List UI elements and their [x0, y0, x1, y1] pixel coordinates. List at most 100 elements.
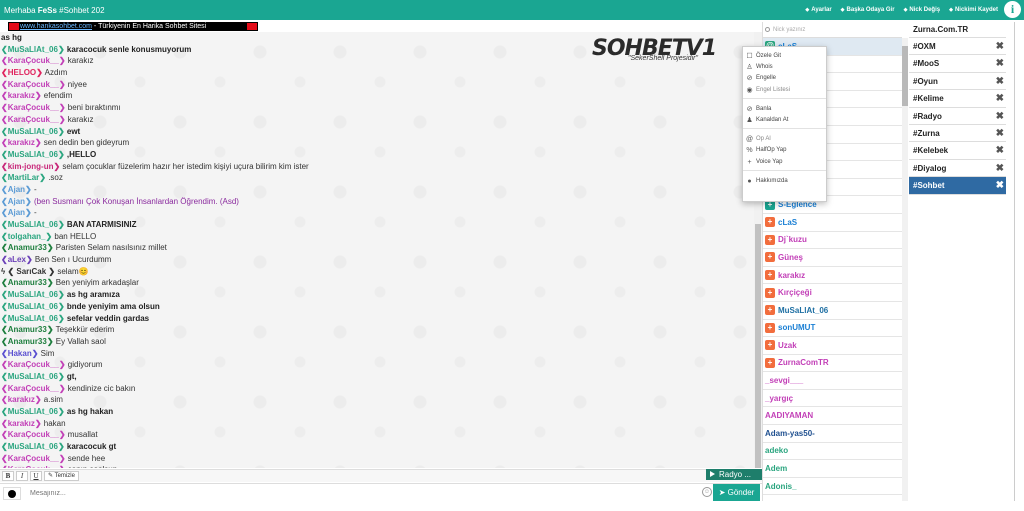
close-icon[interactable]: ✖ — [996, 142, 1004, 159]
user-list-item[interactable]: + Kırçiçeği — [763, 284, 902, 302]
message-nick[interactable]: ❮Ajan❯ — [1, 197, 32, 206]
user-list-item[interactable]: + Dj`kuzu — [763, 232, 902, 250]
top-action-3[interactable]: ◆ Nickimi Kaydet — [949, 7, 998, 13]
message-nick[interactable]: ❮KaraÇocuk__❯ — [1, 115, 66, 124]
menu-item-percent[interactable]: % HalfOp Yap — [743, 145, 826, 156]
message-nick[interactable]: ❮karakız❯ — [1, 138, 42, 147]
message-nick[interactable]: ❮Hakan❯ — [1, 349, 38, 358]
room-tab-oyun[interactable]: #Oyun ✖ — [909, 73, 1006, 91]
message-nick[interactable]: ❮MuSaLlAt_06❯ — [1, 290, 65, 299]
message-nick[interactable]: ❮Anamur33❯ — [1, 278, 54, 287]
user-search-input[interactable]: Nick yazınız — [763, 22, 902, 38]
top-action-0[interactable]: ◆ Ayarlar — [805, 7, 831, 13]
color-picker-button[interactable] — [3, 487, 21, 500]
menu-item-at[interactable]: @ Op Al — [743, 134, 826, 145]
close-icon[interactable]: ✖ — [996, 55, 1004, 72]
message-nick[interactable]: ❮KaraÇocuk__❯ — [1, 80, 66, 89]
close-icon[interactable]: ✖ — [996, 73, 1004, 90]
message-nick[interactable]: ❮Anamur33❯ — [1, 325, 54, 334]
message-nick[interactable]: ❮KaraÇocuk__❯ — [1, 360, 66, 369]
close-icon[interactable]: ✖ — [996, 125, 1004, 142]
message-nick[interactable]: ϟ ❮ SarıCak ❯ — [1, 267, 55, 276]
menu-item-eye-slash[interactable]: ⊘ Engelle — [743, 73, 826, 84]
message-nick[interactable]: ❮KaraÇocuk__❯ — [1, 56, 66, 65]
user-scroll-thumb[interactable] — [902, 46, 908, 106]
room-tab-sohbet[interactable]: #Sohbet ✖ — [909, 177, 1006, 195]
room-tab-moos[interactable]: #MooS ✖ — [909, 55, 1006, 73]
user-list-item[interactable]: + ZurnaComTR — [763, 355, 902, 373]
message-nick[interactable]: ❮MuSaLlAt_06❯ — [1, 442, 65, 451]
radio-button[interactable]: Radyo ... — [706, 469, 762, 480]
message-nick[interactable]: ❮karakız❯ — [1, 91, 42, 100]
message-nick[interactable]: ❮karakız❯ — [1, 395, 42, 404]
close-icon[interactable]: ✖ — [996, 160, 1004, 177]
clear-format-button[interactable]: ✎ Temizle — [44, 471, 79, 481]
message-nick[interactable]: ❮MuSaLlAt_06❯ — [1, 314, 65, 323]
close-icon[interactable]: ✖ — [996, 38, 1004, 55]
message-nick[interactable]: ❮Ajan❯ — [1, 185, 32, 194]
message-nick[interactable]: ❮MuSaLlAt_06❯ — [1, 127, 65, 136]
menu-item-info[interactable]: ● Hakkımızda — [743, 176, 826, 187]
smiley-icon[interactable]: ☺ — [702, 487, 712, 497]
send-button[interactable]: ➤ Gönder — [713, 484, 760, 501]
user-list-item[interactable]: _sevgi___ — [763, 372, 902, 390]
message-nick[interactable]: ❮MartiLar❯ — [1, 173, 46, 182]
message-nick[interactable]: ❮MuSaLlAt_06❯ — [1, 407, 65, 416]
menu-item-kick[interactable]: ♟ Kanaldan At — [743, 115, 826, 126]
message-nick[interactable]: ❮karakız❯ — [1, 419, 42, 428]
room-tab-diyalog[interactable]: #Diyalog ✖ — [909, 160, 1006, 178]
message-nick[interactable]: ❮MuSaLlAt_06❯ — [1, 302, 65, 311]
message-nick[interactable]: ❮KaraÇocuk__❯ — [1, 430, 66, 439]
info-icon[interactable]: i — [1004, 1, 1021, 18]
message-input[interactable] — [24, 486, 704, 500]
close-icon[interactable]: ✖ — [996, 108, 1004, 125]
user-list-item[interactable]: + Uzak — [763, 337, 902, 355]
user-list-item[interactable]: + Güneş — [763, 249, 902, 267]
room-tab-kelebek[interactable]: #Kelebek ✖ — [909, 142, 1006, 160]
room-tab-oxm[interactable]: #OXM ✖ — [909, 38, 1006, 56]
user-list-item[interactable]: + MuSaLlAt_06 — [763, 302, 902, 320]
user-list-item[interactable]: Adonis_ — [763, 478, 902, 496]
bold-button[interactable]: B — [2, 471, 14, 481]
italic-button[interactable]: I — [16, 471, 28, 481]
message-nick[interactable]: ❮kim-jong-un❯ — [1, 162, 60, 171]
message-nick[interactable]: ❮Anamur33❯ — [1, 243, 54, 252]
message-nick[interactable]: ❮KaraÇocuk__❯ — [1, 454, 66, 463]
close-icon[interactable]: ✖ — [996, 90, 1004, 107]
user-list-item[interactable]: adeko — [763, 443, 902, 461]
close-icon[interactable]: ✖ — [996, 177, 1004, 194]
room-tab-kelime[interactable]: #Kelime ✖ — [909, 90, 1006, 108]
top-action-2[interactable]: ◆ Nick Değiş — [904, 7, 941, 13]
message-nick[interactable]: ❮KaraÇocuk__❯ — [1, 465, 66, 468]
user-list-item[interactable]: AADIYAMAN — [763, 407, 902, 426]
menu-item-plus[interactable]: + Voice Yap — [743, 157, 826, 168]
message-nick[interactable]: ❮aLex❯ — [1, 255, 33, 264]
top-action-1[interactable]: ◆ Başka Odaya Gir — [841, 7, 895, 13]
ticker-link[interactable]: www.hankasohbet.com — [20, 23, 92, 30]
menu-item-ban[interactable]: ⊘ Banla — [743, 104, 826, 115]
room-tab-radyo[interactable]: #Radyo ✖ — [909, 108, 1006, 125]
user-list-scrollbar[interactable] — [902, 38, 908, 501]
message-nick[interactable]: ❮HELOO❯ — [1, 68, 43, 77]
chat-scroll-thumb[interactable] — [755, 224, 761, 468]
user-list-item[interactable]: _yargıç — [763, 390, 902, 408]
menu-item-chat[interactable]: ☐ Özele Git — [743, 51, 826, 62]
menu-item-user[interactable]: ♙ Whois — [743, 62, 826, 73]
menu-item-eye[interactable]: ◉ Engel Listesi — [743, 85, 826, 96]
user-list-item[interactable]: + cLaS — [763, 214, 902, 232]
message-nick[interactable]: ❮MuSaLlAt_06❯ — [1, 220, 65, 229]
user-list-item[interactable]: + karakız — [763, 267, 902, 285]
message-nick[interactable]: ❮tolgahan_❯ — [1, 232, 52, 241]
underline-button[interactable]: U — [30, 471, 42, 481]
message-nick[interactable]: ❮Ajan❯ — [1, 208, 32, 217]
message-nick[interactable]: ❮MuSaLlAt_06❯ — [1, 372, 65, 381]
message-nick[interactable]: ❮MuSaLlAt_06❯ — [1, 150, 65, 159]
message-nick[interactable]: ❮MuSaLlAt_06❯ — [1, 45, 65, 54]
message-nick[interactable]: ❮KaraÇocuk__❯ — [1, 384, 66, 393]
message-nick[interactable]: ❮Anamur33❯ — [1, 337, 54, 346]
user-list-item[interactable]: Adem — [763, 460, 902, 478]
room-tab-zurna[interactable]: #Zurna ✖ — [909, 125, 1006, 143]
user-list-item[interactable]: + sonUMUT — [763, 320, 902, 338]
user-list-item[interactable]: Adam-yas50- — [763, 425, 902, 443]
message-nick[interactable]: ❮KaraÇocuk__❯ — [1, 103, 66, 112]
